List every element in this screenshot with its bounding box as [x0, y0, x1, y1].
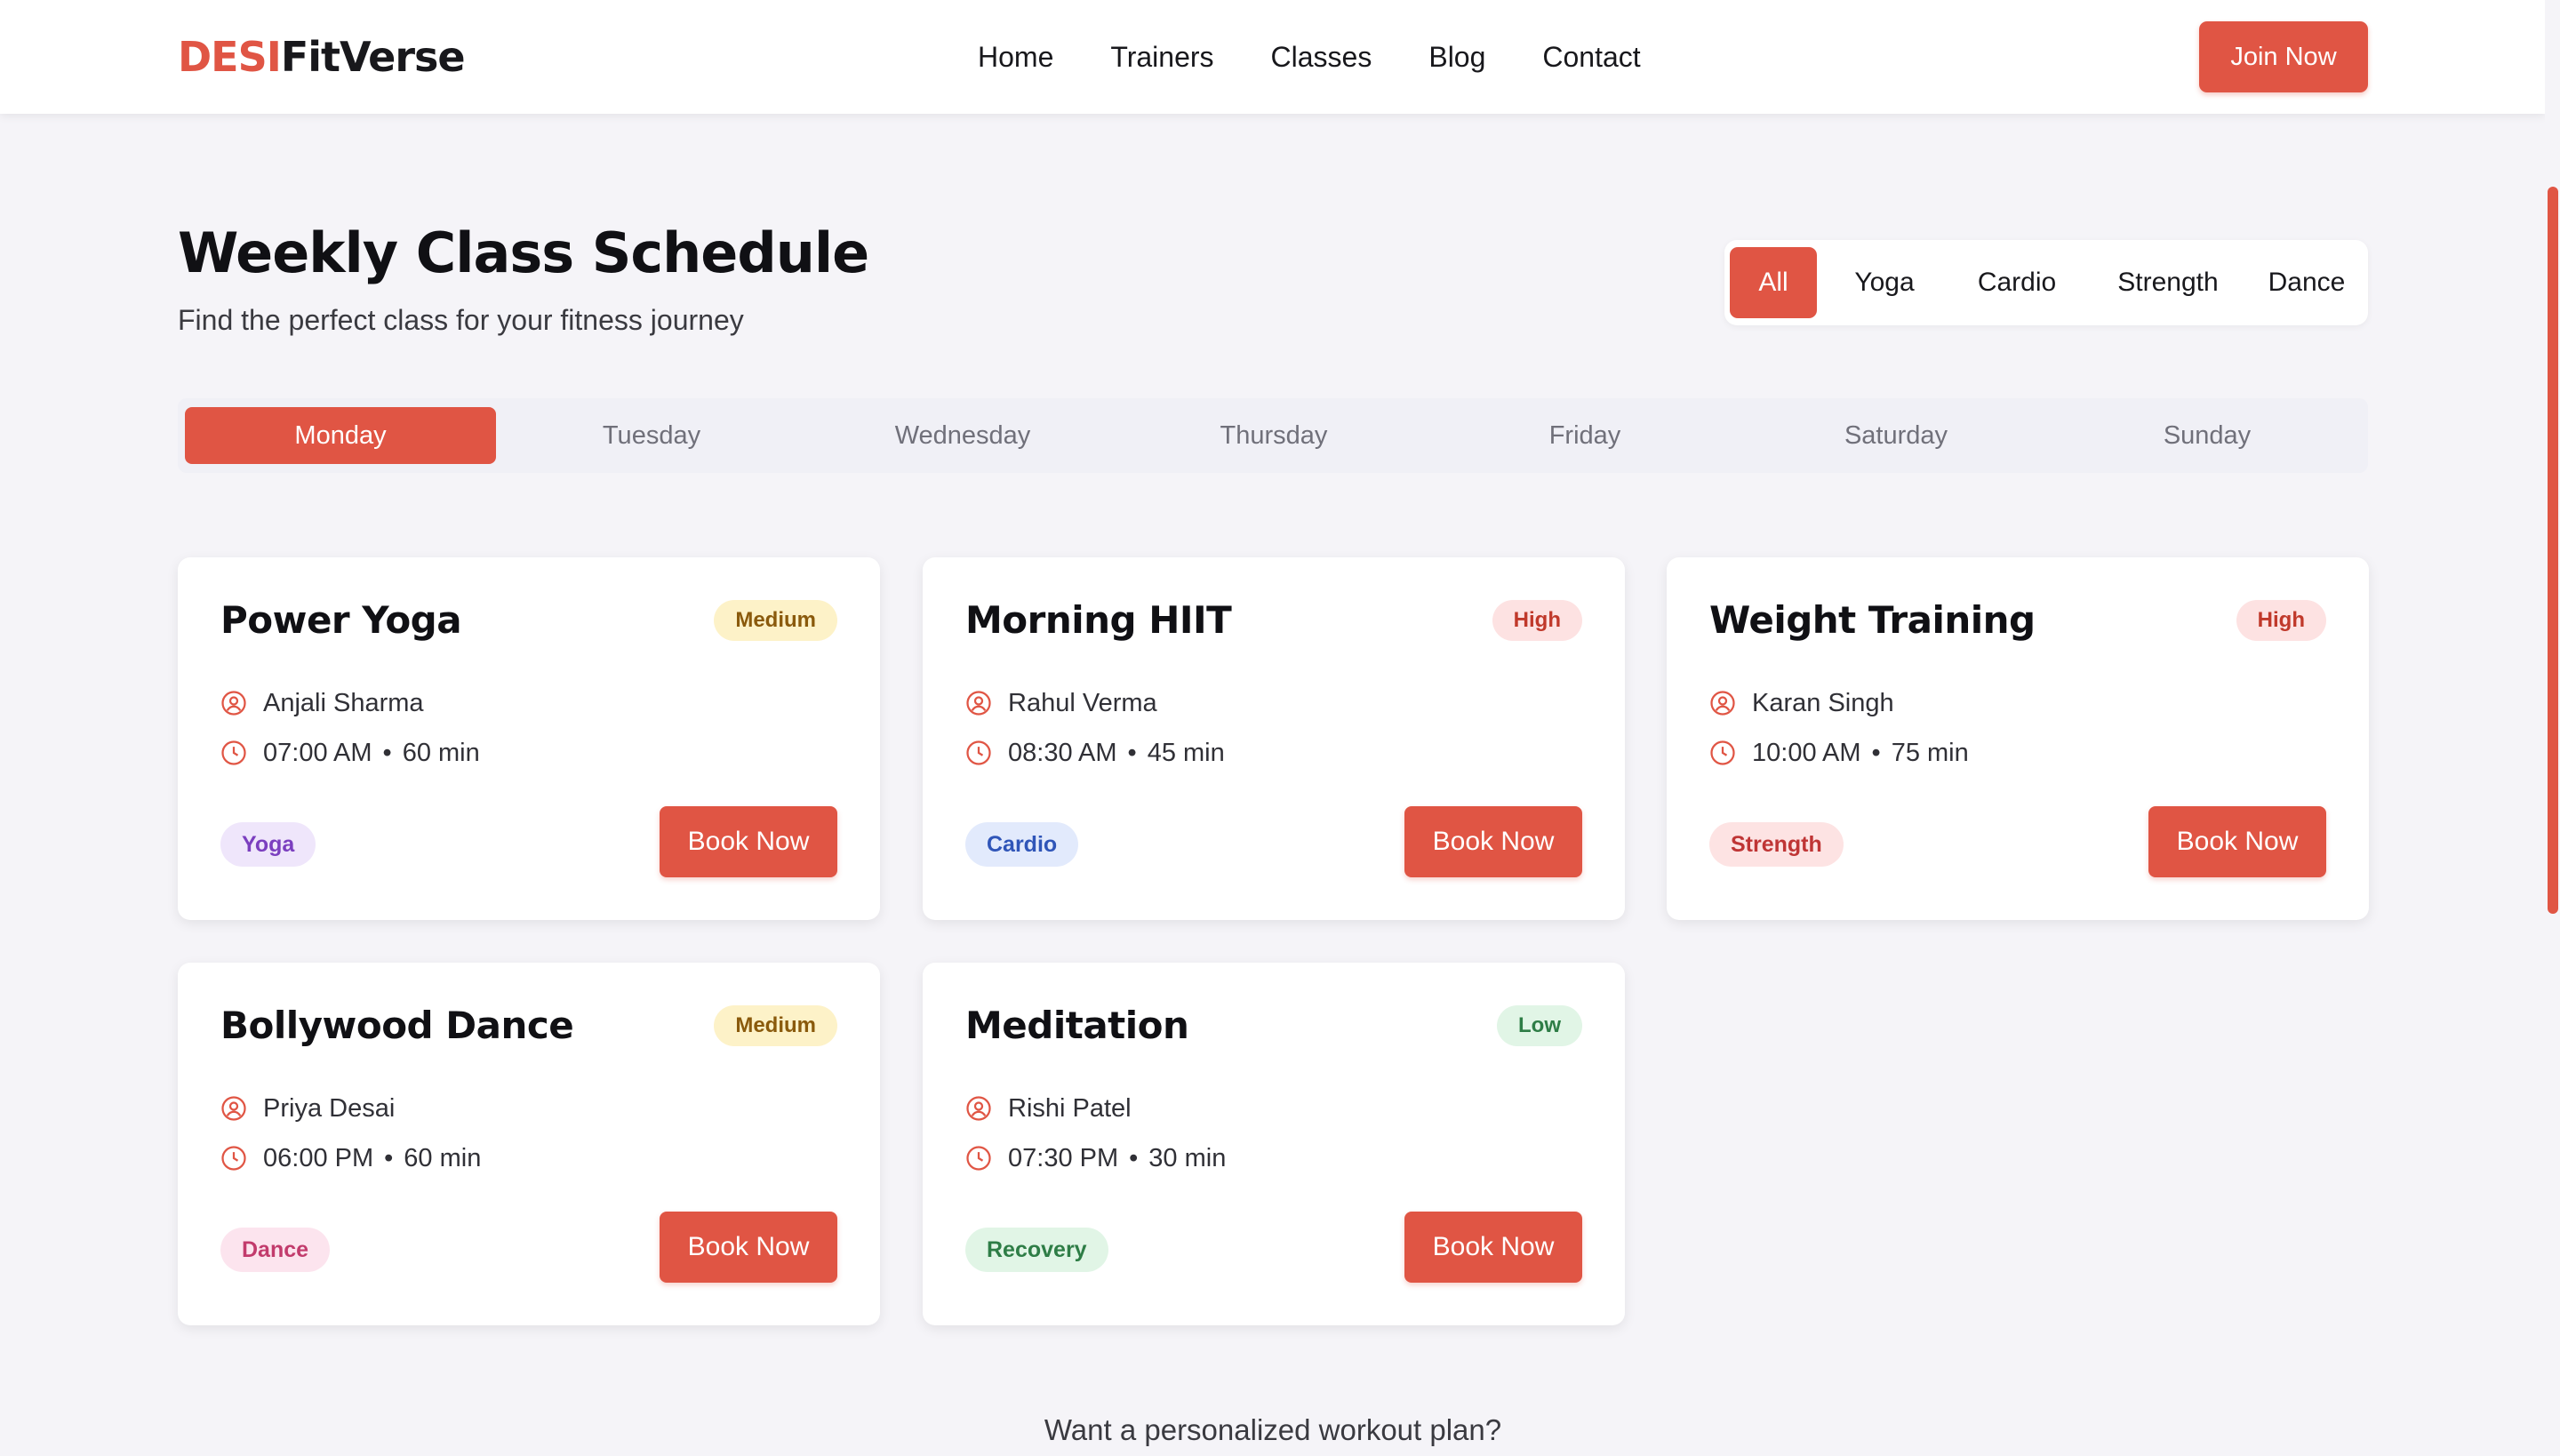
- trainer-row: Rahul Verma: [965, 685, 1157, 721]
- class-time: 07:00 AM: [263, 739, 372, 767]
- class-card: Meditation Low Rishi Patel 07:30 PM • 30 min R…: [923, 963, 1625, 1325]
- book-now-button[interactable]: Book Now: [660, 806, 837, 877]
- trainer-row: Anjali Sharma: [220, 685, 424, 721]
- filter-dance[interactable]: Dance: [2249, 247, 2364, 318]
- logo-part2: FitVerse: [280, 33, 466, 81]
- intensity-badge: High: [1492, 600, 1582, 641]
- user-circle-icon: [965, 1095, 1008, 1122]
- filter-all[interactable]: All: [1730, 247, 1817, 318]
- personalized-plan-prompt: Want a personalized workout plan?: [1044, 1413, 1502, 1446]
- nav-blog[interactable]: Blog: [1428, 36, 1485, 78]
- trainer-name: Anjali Sharma: [263, 689, 424, 717]
- bullet-separator: •: [382, 739, 392, 767]
- trainer-row: Priya Desai: [220, 1091, 395, 1126]
- user-circle-icon: [965, 690, 1008, 716]
- user-circle-icon: [220, 690, 263, 716]
- category-tag: Cardio: [965, 822, 1079, 867]
- nav-classes[interactable]: Classes: [1271, 36, 1372, 78]
- trainer-row: Rishi Patel: [965, 1091, 1132, 1126]
- book-now-button[interactable]: Book Now: [1404, 1212, 1582, 1283]
- intensity-badge: Low: [1497, 1005, 1582, 1046]
- tab-saturday[interactable]: Saturday: [1740, 407, 2052, 464]
- class-duration: 60 min: [404, 1144, 482, 1172]
- clock-icon: [1709, 740, 1752, 766]
- day-tabs: Monday Tuesday Wednesday Thursday Friday…: [178, 398, 2368, 473]
- time-row: 08:30 AM • 45 min: [965, 735, 1225, 771]
- trainer-name: Priya Desai: [263, 1094, 396, 1123]
- category-tag: Strength: [1709, 822, 1844, 867]
- time-row: 07:00 AM • 60 min: [220, 735, 480, 771]
- class-title: Power Yoga: [220, 598, 462, 642]
- book-now-button[interactable]: Book Now: [1404, 806, 1582, 877]
- class-duration: 75 min: [1891, 739, 1969, 767]
- clock-icon: [965, 1145, 1008, 1172]
- class-card: Weight Training High Karan Singh 10:00 AM • 7…: [1667, 557, 2369, 920]
- main-nav: Home Trainers Classes Blog Contact: [978, 36, 1698, 78]
- nav-trainers[interactable]: Trainers: [1110, 36, 1213, 78]
- filter-strength[interactable]: Strength: [2092, 247, 2244, 318]
- site-header: DESIFitVerse Home Trainers Classes Blog …: [0, 0, 2545, 114]
- time-row: 07:30 PM • 30 min: [965, 1140, 1226, 1176]
- clock-icon: [220, 740, 263, 766]
- tab-sunday[interactable]: Sunday: [2052, 407, 2363, 464]
- category-filter-group: All Yoga Cardio Strength Dance: [1724, 240, 2368, 325]
- intensity-badge: Medium: [714, 1005, 837, 1046]
- trainer-name: Rahul Verma: [1008, 689, 1157, 717]
- class-card: Morning HIIT High Rahul Verma 08:30 AM • 45 m…: [923, 557, 1625, 920]
- category-tag: Yoga: [220, 822, 316, 867]
- brand-logo[interactable]: DESIFitVerse: [178, 30, 466, 84]
- join-now-button[interactable]: Join Now: [2199, 21, 2368, 92]
- trainer-name: Rishi Patel: [1008, 1094, 1132, 1123]
- class-title: Morning HIIT: [965, 598, 1232, 642]
- tab-tuesday[interactable]: Tuesday: [496, 407, 807, 464]
- intensity-badge: Medium: [714, 600, 837, 641]
- class-title: Meditation: [965, 1004, 1189, 1047]
- scrollbar-thumb[interactable]: [2548, 187, 2558, 914]
- category-tag: Recovery: [965, 1228, 1108, 1272]
- clock-icon: [965, 740, 1008, 766]
- user-circle-icon: [1709, 690, 1752, 716]
- class-title: Bollywood Dance: [220, 1004, 574, 1047]
- class-duration: 60 min: [402, 739, 480, 767]
- nav-home[interactable]: Home: [978, 36, 1053, 78]
- user-circle-icon: [220, 1095, 263, 1122]
- tab-thursday[interactable]: Thursday: [1118, 407, 1429, 464]
- clock-icon: [220, 1145, 263, 1172]
- bullet-separator: •: [1127, 739, 1137, 767]
- class-time: 07:30 PM: [1008, 1144, 1119, 1172]
- bullet-separator: •: [1129, 1144, 1139, 1172]
- intensity-badge: High: [2236, 600, 2326, 641]
- class-time: 06:00 PM: [263, 1144, 374, 1172]
- category-tag: Dance: [220, 1228, 331, 1272]
- trainer-name: Karan Singh: [1752, 689, 1894, 717]
- tab-monday[interactable]: Monday: [185, 407, 496, 464]
- time-row: 06:00 PM • 60 min: [220, 1140, 481, 1176]
- book-now-button[interactable]: Book Now: [660, 1212, 837, 1283]
- page-title: Weekly Class Schedule: [178, 220, 869, 285]
- class-duration: 45 min: [1147, 739, 1225, 767]
- filter-yoga[interactable]: Yoga: [1831, 247, 1938, 318]
- class-time: 10:00 AM: [1752, 739, 1861, 767]
- trainer-row: Karan Singh: [1709, 685, 1894, 721]
- bullet-separator: •: [384, 1144, 394, 1172]
- class-duration: 30 min: [1148, 1144, 1227, 1172]
- class-time: 08:30 AM: [1008, 739, 1117, 767]
- bullet-separator: •: [1871, 739, 1881, 767]
- time-row: 10:00 AM • 75 min: [1709, 735, 1969, 771]
- book-now-button[interactable]: Book Now: [2148, 806, 2326, 877]
- class-card: Bollywood Dance Medium Priya Desai 06:00 PM…: [178, 963, 880, 1325]
- page-subtitle: Find the perfect class for your fitness …: [178, 304, 744, 336]
- filter-cardio[interactable]: Cardio: [1950, 247, 2084, 318]
- nav-contact[interactable]: Contact: [1542, 36, 1640, 78]
- tab-wednesday[interactable]: Wednesday: [807, 407, 1118, 464]
- logo-part1: DESI: [178, 33, 282, 81]
- class-card: Power Yoga Medium Anjali Sharma 07:00 AM • 60…: [178, 557, 880, 920]
- class-title: Weight Training: [1709, 598, 2036, 642]
- tab-friday[interactable]: Friday: [1429, 407, 1740, 464]
